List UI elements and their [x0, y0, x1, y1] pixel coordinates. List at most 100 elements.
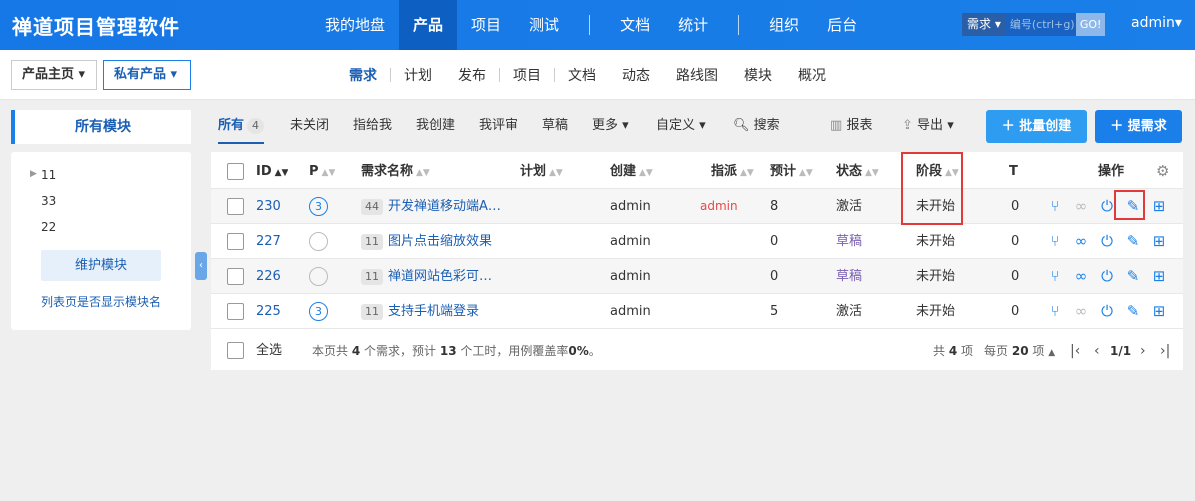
col-title[interactable]: 需求名称 ▲▼ — [361, 154, 430, 189]
table-row: 226 11 禅道网站色彩可… admin 0 草稿 未开始 0 ⑂ ∞ ⏻ ✎ … — [211, 259, 1183, 294]
story-title[interactable]: 11 图片点击缩放效果 — [361, 224, 511, 259]
change-icon[interactable]: ⑂ — [1045, 301, 1065, 321]
select-all-label[interactable]: 全选 — [256, 332, 282, 370]
select-all-checkbox[interactable] — [227, 163, 244, 180]
create-case-icon[interactable]: ⊞ — [1149, 231, 1169, 251]
review-icon[interactable]: ∞ — [1071, 266, 1091, 286]
nav-company[interactable]: 组织 — [755, 0, 813, 50]
show-module-link[interactable]: 列表页是否显示模块名 — [41, 293, 161, 310]
export-button[interactable]: ⇪ 导出 ▾ — [902, 110, 954, 144]
row-actions: ⑂ ∞ ⏻ ✎ ⊞ — [1045, 266, 1169, 286]
subnav-doc[interactable]: 文档 — [555, 65, 609, 85]
change-icon[interactable]: ⑂ — [1045, 231, 1065, 251]
module-item[interactable]: 22 — [41, 220, 56, 234]
row-checkbox[interactable] — [227, 198, 244, 215]
subnav-view[interactable]: 概况 — [785, 65, 839, 85]
module-tag: 44 — [361, 199, 383, 215]
maintain-module-button[interactable]: 维护模块 — [41, 250, 161, 281]
row-checkbox[interactable] — [227, 233, 244, 250]
nav-product[interactable]: 产品 — [399, 0, 458, 50]
search-toggle[interactable]: 🔍︎ 搜索 — [733, 110, 780, 144]
review-icon[interactable]: ∞ — [1071, 231, 1091, 251]
filter-all[interactable]: 所有 4 — [218, 110, 265, 144]
user-menu[interactable]: admin▾ — [1131, 15, 1182, 31]
filter-custom[interactable]: 自定义 ▾ — [656, 110, 706, 144]
footer-select-all-checkbox[interactable] — [227, 342, 244, 359]
row-actions: ⑂ ∞ ⏻ ✎ ⊞ — [1045, 231, 1169, 251]
filter-more[interactable]: 更多 ▾ — [592, 110, 629, 144]
col-creator[interactable]: 创建 ▲▼ — [610, 154, 653, 189]
search-input[interactable]: 编号(ctrl+g) — [1005, 13, 1076, 36]
col-status[interactable]: 状态 ▲▼ — [836, 154, 879, 189]
subnav-roadmap[interactable]: 路线图 — [663, 65, 731, 85]
story-id[interactable]: 226 — [256, 259, 281, 294]
app-title[interactable]: 禅道项目管理软件 — [12, 11, 180, 40]
report-button[interactable]: ▥ 报表 — [830, 110, 872, 144]
subnav-story[interactable]: 需求 — [336, 65, 390, 85]
change-icon[interactable]: ⑂ — [1045, 266, 1065, 286]
module-tag: 11 — [361, 269, 383, 285]
close-icon[interactable]: ⏻ — [1097, 301, 1117, 321]
first-page-icon[interactable]: |‹ — [1070, 332, 1080, 370]
collapse-sidebar-icon[interactable]: ‹ — [195, 252, 207, 280]
subnav-module[interactable]: 模块 — [731, 65, 785, 85]
nav-test[interactable]: 测试 — [515, 0, 573, 50]
story-title[interactable]: 11 禅道网站色彩可… — [361, 259, 511, 294]
story-assignee[interactable]: admin — [700, 189, 738, 224]
create-story-button[interactable]: ＋ 提需求 — [1095, 110, 1182, 143]
module-item[interactable]: 33 — [41, 194, 56, 208]
caret-down-icon: ▾ — [78, 67, 86, 82]
prev-page-icon[interactable]: ‹ — [1094, 332, 1100, 370]
nav-my[interactable]: 我的地盘 — [311, 0, 399, 50]
subnav-dynamic[interactable]: 动态 — [609, 65, 663, 85]
edit-icon[interactable]: ✎ — [1123, 266, 1143, 286]
caret-right-icon[interactable]: ▶ — [30, 169, 37, 179]
create-case-icon[interactable]: ⊞ — [1149, 301, 1169, 321]
edit-icon[interactable]: ✎ — [1123, 231, 1143, 251]
subnav-release[interactable]: 发布 — [445, 65, 499, 85]
close-icon[interactable]: ⏻ — [1097, 266, 1117, 286]
row-checkbox[interactable] — [227, 268, 244, 285]
filter-draft[interactable]: 草稿 — [542, 110, 568, 144]
nav-doc[interactable]: 文档 — [606, 0, 664, 50]
module-tag: 11 — [361, 234, 383, 250]
nav-report[interactable]: 统计 — [664, 0, 722, 50]
batch-create-button[interactable]: ＋ 批量创建 — [986, 110, 1087, 143]
col-assignee[interactable]: 指派 ▲▼ — [711, 154, 754, 189]
search-go-button[interactable]: GO! — [1075, 13, 1106, 36]
nav-project[interactable]: 项目 — [457, 0, 515, 50]
create-case-icon[interactable]: ⊞ — [1149, 196, 1169, 216]
total-count: 共 4 项 — [933, 344, 974, 358]
col-estimate[interactable]: 预计 ▲▼ — [770, 154, 813, 189]
change-icon[interactable]: ⑂ — [1045, 196, 1065, 216]
story-id[interactable]: 230 — [256, 189, 281, 224]
subnav-project[interactable]: 项目 — [500, 65, 554, 85]
search-type-select[interactable]: 需求 ▾ — [962, 13, 1006, 36]
create-case-icon[interactable]: ⊞ — [1149, 266, 1169, 286]
close-icon[interactable]: ⏻ — [1097, 231, 1117, 251]
story-id[interactable]: 225 — [256, 294, 281, 329]
last-page-icon[interactable]: ›| — [1160, 332, 1170, 370]
col-id[interactable]: ID ▲▼ — [256, 154, 288, 189]
module-item[interactable]: 11 — [41, 168, 56, 182]
breadcrumb-product-select[interactable]: 私有产品 ▾ — [103, 60, 191, 90]
breadcrumb-product-home[interactable]: 产品主页 ▾ — [11, 60, 97, 90]
page-size-select[interactable]: 每页 20 项 ▲ — [984, 332, 1055, 372]
col-pri[interactable]: P ▲▼ — [309, 154, 335, 189]
story-title[interactable]: 44 开发禅道移动端A… — [361, 189, 511, 224]
row-checkbox[interactable] — [227, 303, 244, 320]
module-title[interactable]: 所有模块 — [11, 110, 191, 144]
next-page-icon[interactable]: › — [1140, 332, 1146, 370]
sort-icon: ▲▼ — [321, 168, 336, 178]
edit-icon[interactable]: ✎ — [1123, 301, 1143, 321]
filter-review[interactable]: 我评审 — [479, 110, 518, 144]
col-plan[interactable]: 计划 ▲▼ — [520, 154, 563, 189]
gear-icon[interactable]: ⚙ — [1156, 154, 1169, 189]
subnav-plan[interactable]: 计划 — [391, 65, 445, 85]
filter-assigned[interactable]: 指给我 — [353, 110, 392, 144]
nav-admin[interactable]: 后台 — [813, 0, 871, 50]
story-title[interactable]: 11 支持手机端登录 — [361, 294, 511, 329]
story-id[interactable]: 227 — [256, 224, 281, 259]
filter-created[interactable]: 我创建 — [416, 110, 455, 144]
filter-unclosed[interactable]: 未关闭 — [290, 110, 329, 144]
